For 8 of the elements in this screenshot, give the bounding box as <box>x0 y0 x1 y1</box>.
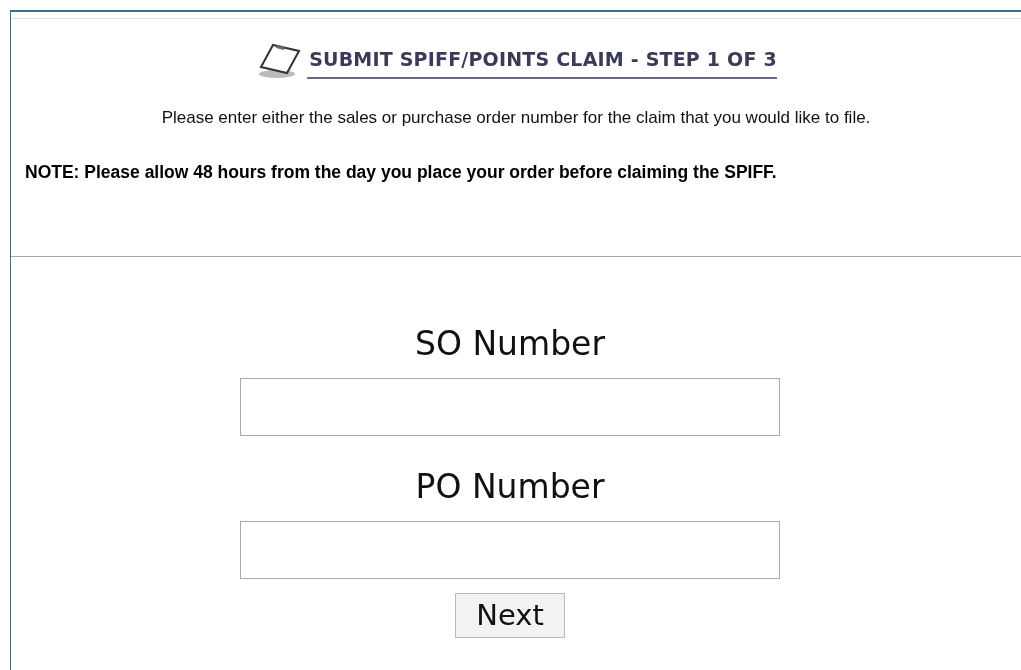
instructions-text: Please enter either the sales or purchase order number for the claim that you would like to file. <box>160 107 872 129</box>
next-button[interactable]: Next <box>455 593 565 638</box>
input-field[interactable] <box>240 521 780 579</box>
page-heading: SUBMIT SPIFF/POINTS CLAIM - STEP 1 OF 3 <box>307 44 777 79</box>
note-text: NOTE: Please allow 48 hours from the day you place your order before claiming the SPIFF. <box>25 160 778 184</box>
field-label: PO Number <box>415 470 605 503</box>
input-field[interactable] <box>240 378 780 436</box>
field-label: SO Number <box>415 327 605 360</box>
